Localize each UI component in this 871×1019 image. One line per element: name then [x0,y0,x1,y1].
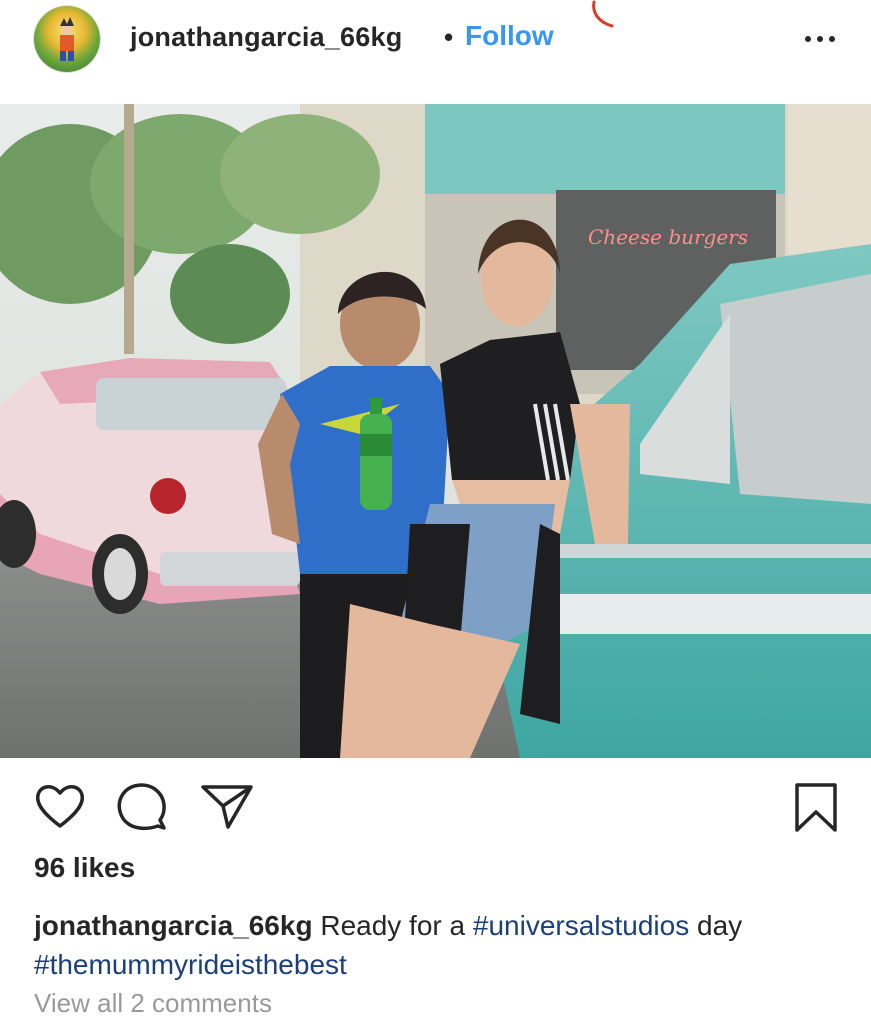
paper-plane-icon[interactable] [200,782,254,830]
action-bar [0,758,871,858]
avatar-figure-image [60,17,74,61]
post-header: jonathangarcia_66kg • Follow [0,0,871,104]
more-horizontal-icon [805,36,811,42]
caption-username[interactable]: jonathangarcia_66kg [34,910,313,941]
heart-icon[interactable] [34,782,86,830]
caption-text: day [689,910,743,941]
more-options-button[interactable] [801,30,839,50]
likes-count[interactable]: 96 likes [34,852,135,884]
comment-icon[interactable] [116,782,168,832]
follow-button[interactable]: Follow [465,20,554,52]
view-comments-link[interactable]: View all 2 comments [34,988,272,1019]
caption-text: Ready for a [312,910,473,941]
separator-dot: • [444,22,454,52]
bookmark-icon[interactable] [793,782,839,834]
neon-sign-text: Cheese burgers [588,225,748,249]
post-photo[interactable]: Cheese burgers [0,104,871,758]
post-image: Cheese burgers [0,104,871,758]
profile-avatar[interactable] [34,6,100,72]
red-ink-mark [592,0,614,28]
hashtag-link[interactable]: #universalstudios [473,910,689,941]
header-username[interactable]: jonathangarcia_66kg [130,22,402,53]
post-caption: jonathangarcia_66kg Ready for a #univers… [34,906,834,984]
hashtag-link[interactable]: #themummyrideisthebest [34,949,347,980]
